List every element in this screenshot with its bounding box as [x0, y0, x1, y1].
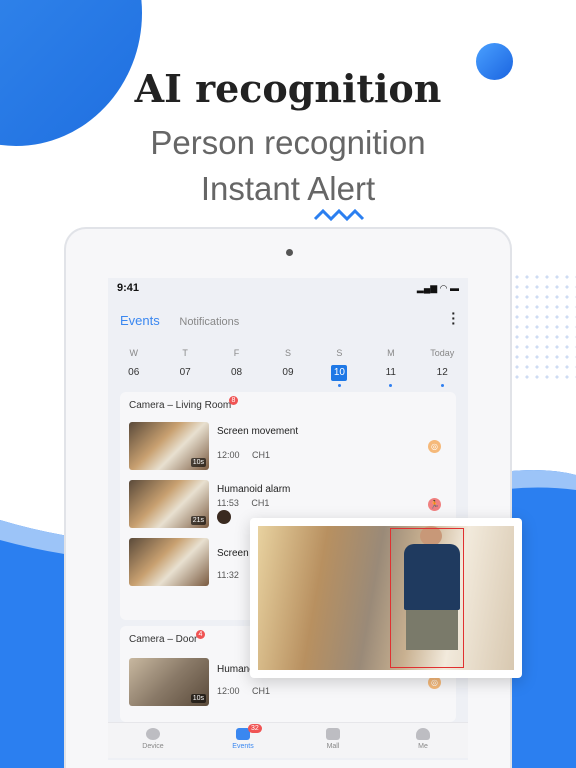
day-item[interactable]: T 07	[165, 348, 205, 387]
day-item[interactable]: W 06	[114, 348, 154, 387]
tab-events[interactable]: Events	[120, 313, 160, 328]
events-badge: 32	[248, 724, 262, 733]
nav-me[interactable]: Me	[378, 723, 468, 758]
day-number: 11	[385, 367, 396, 378]
day-number: 10	[331, 365, 348, 381]
status-time: 9:41	[117, 282, 140, 294]
status-icons: ▂▄▆ ◠ ▬	[416, 283, 459, 293]
event-title: Humanoid alarm	[217, 484, 291, 495]
day-number: 06	[128, 367, 140, 378]
event-dot	[440, 384, 444, 387]
card-badge: 8	[229, 396, 238, 405]
card-title: Camera – Living Room	[129, 400, 232, 411]
more-icon[interactable]: · · ·	[451, 306, 456, 330]
nav-device[interactable]: Device	[108, 723, 198, 758]
weekday-label: T	[182, 348, 188, 358]
event-meta: 11:53 CH1	[217, 498, 270, 508]
event-meta: 12:00 CH1	[217, 686, 271, 696]
event-thumbnail[interactable]: 10s	[129, 422, 209, 470]
card-title: Camera – Door	[129, 634, 198, 645]
subtitle-2: Instant Alert	[200, 170, 376, 207]
card-badge: 4	[196, 630, 205, 639]
nav-events[interactable]: Events 32	[198, 723, 288, 758]
day-item[interactable]: S 10	[319, 348, 359, 387]
day-number: 08	[230, 367, 243, 378]
bag-icon	[326, 728, 340, 740]
detection-box	[390, 528, 464, 668]
event-thumbnail[interactable]: 21s	[129, 480, 209, 528]
day-item[interactable]: Today 12	[422, 348, 462, 387]
event-meta: 12:00 CH1	[217, 450, 271, 460]
event-dot	[337, 384, 341, 387]
day-item[interactable]: M 11	[371, 348, 411, 387]
detection-photo	[258, 526, 514, 670]
event-title: Screen movement	[217, 426, 299, 437]
tab-notifications[interactable]: Notifications	[179, 316, 239, 328]
motion-icon: ◎	[428, 440, 441, 453]
subtitle-1: Person recognition	[150, 124, 426, 161]
nav-label: Device	[142, 743, 164, 750]
bottom-nav: Device Events 32 Mall Me	[108, 722, 468, 758]
user-icon	[416, 728, 430, 740]
weekday-label: S	[336, 348, 343, 358]
day-number: 12	[436, 367, 448, 378]
event-thumbnail[interactable]	[129, 538, 209, 586]
event-time: 11:32	[217, 570, 239, 580]
date-strip: W 06 T 07 F 08 S 09 S 10 M 11 Today 12	[108, 348, 468, 387]
day-item[interactable]: F 08	[217, 348, 257, 387]
person-icon: 🏃	[428, 498, 441, 511]
day-number: 09	[282, 367, 294, 378]
event-dot	[389, 384, 393, 387]
weekday-label: F	[233, 348, 240, 358]
nav-label: Mall	[326, 743, 340, 750]
zigzag-icon	[313, 208, 365, 222]
detection-popup[interactable]	[250, 518, 522, 678]
camera-dot	[286, 249, 293, 256]
headline: AI recognition	[134, 66, 442, 111]
weekday-label: W	[129, 348, 138, 358]
event-item[interactable]: 10s Screen movement 12:00 CH1 ◎	[129, 422, 449, 472]
face-avatar	[217, 510, 231, 524]
event-title: Screen	[217, 548, 249, 559]
event-title: Humanc	[217, 664, 255, 675]
day-number: 07	[179, 367, 191, 378]
weekday-label: Today	[430, 348, 455, 358]
decor-dots	[512, 272, 576, 384]
weekday-label: M	[387, 348, 395, 358]
day-item[interactable]: S 09	[268, 348, 308, 387]
nav-mall[interactable]: Mall	[288, 723, 378, 758]
event-thumbnail[interactable]: 10s	[129, 658, 209, 706]
camera-icon	[146, 728, 160, 740]
nav-label: Events	[232, 743, 254, 750]
nav-label: Me	[418, 743, 428, 750]
weekday-label: S	[284, 348, 291, 358]
